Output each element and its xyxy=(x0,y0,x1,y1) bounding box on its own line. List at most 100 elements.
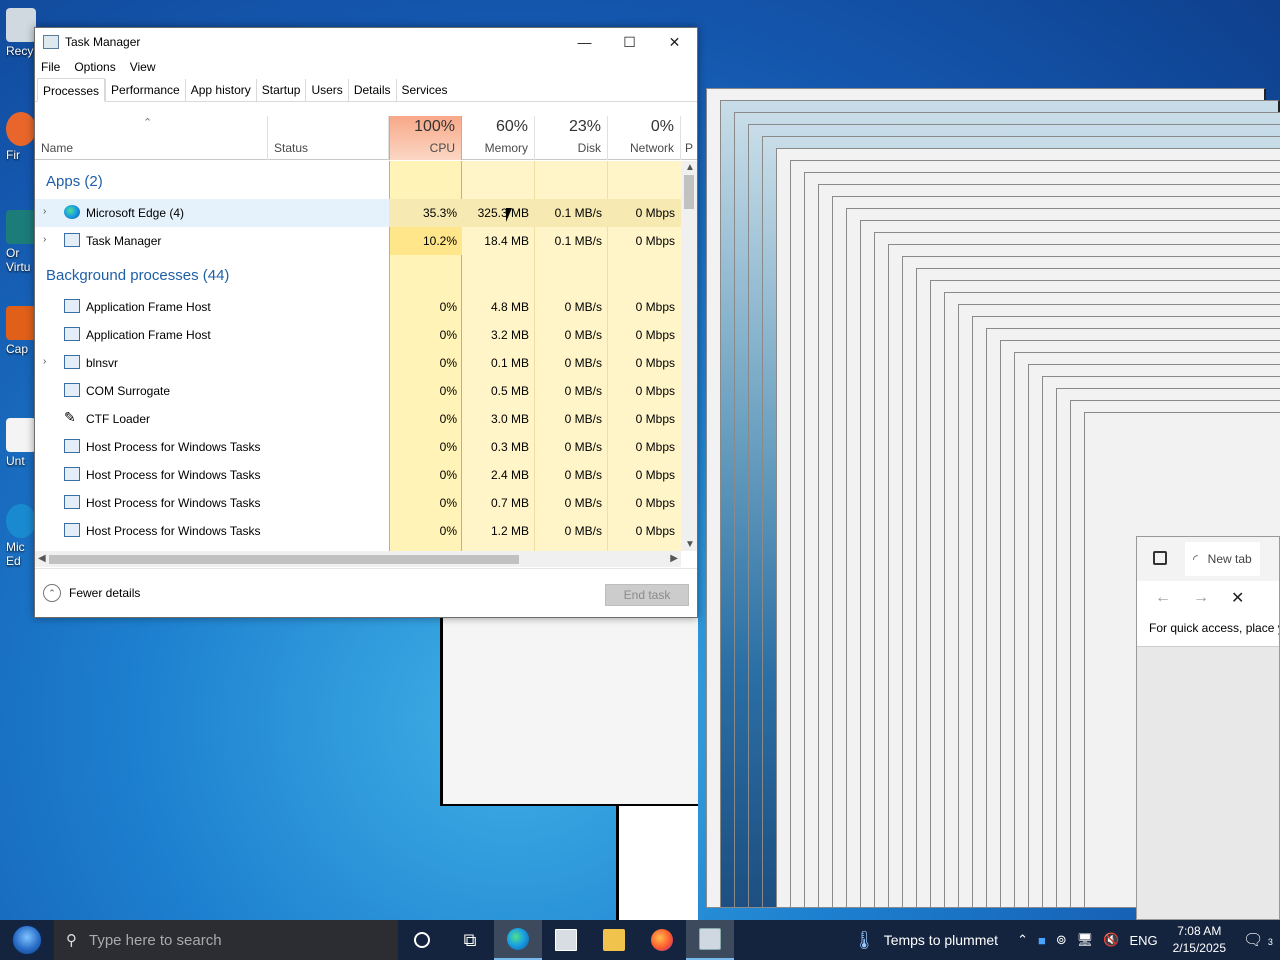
close-icon[interactable]: ✕ xyxy=(1231,588,1244,608)
tab-actions-icon[interactable] xyxy=(1153,551,1167,565)
edge-tab-bar: ◜ New tab xyxy=(1137,537,1279,581)
maximize-button[interactable]: ☐ xyxy=(607,28,652,56)
taskbar-task-manager[interactable] xyxy=(686,920,734,960)
process-name: Host Process for Windows Tasks xyxy=(86,524,261,538)
process-row[interactable]: › blnsvr 0% 0.1 MB 0 MB/s 0 Mbps xyxy=(35,349,681,377)
taskbar-app[interactable] xyxy=(542,920,590,960)
tab-startup[interactable]: Startup xyxy=(255,79,306,101)
column-header-power[interactable]: P xyxy=(681,116,697,160)
scroll-thumb[interactable] xyxy=(49,555,519,564)
meet-now-icon[interactable]: ⊚ xyxy=(1051,932,1072,948)
horizontal-scrollbar[interactable]: ◀ ▶ xyxy=(35,551,681,567)
menu-view[interactable]: View xyxy=(130,60,156,74)
expand-chevron-icon[interactable]: › xyxy=(43,356,46,367)
tab-processes[interactable]: Processes xyxy=(37,78,106,102)
forward-icon[interactable]: → xyxy=(1193,589,1209,607)
column-header-network[interactable]: 0% Network xyxy=(608,116,681,160)
edge-tab-new-tab[interactable]: ◜ New tab xyxy=(1185,542,1260,576)
defender-icon[interactable]: ■ xyxy=(1033,933,1051,948)
taskbar-edge[interactable] xyxy=(494,920,542,960)
back-icon[interactable]: ← xyxy=(1155,589,1171,607)
end-task-button[interactable]: End task xyxy=(605,584,689,606)
cpu-value: 35.3% xyxy=(422,206,457,220)
process-icon xyxy=(64,327,80,341)
menu-options[interactable]: Options xyxy=(74,60,115,74)
process-row[interactable]: Host Process for Windows Tasks 0% 0.7 MB 0 … xyxy=(35,489,681,517)
menu-file[interactable]: File xyxy=(41,60,60,74)
column-header-status[interactable]: Status xyxy=(268,116,389,160)
taskbar: ⚲ Type here to search ⧉ 🌡 Temps to plumm… xyxy=(0,920,1280,960)
process-icon xyxy=(64,439,80,453)
column-header-memory[interactable]: 60% Memory xyxy=(462,116,535,160)
column-header-disk[interactable]: 23% Disk xyxy=(535,116,608,160)
action-center-button[interactable]: 🗨 3 xyxy=(1236,930,1280,950)
cpu-value: 0% xyxy=(439,300,457,314)
cortana-button[interactable] xyxy=(398,920,446,960)
volume-muted-icon[interactable]: 🔇 xyxy=(1098,932,1124,948)
weather-widget[interactable]: 🌡 Temps to plummet xyxy=(853,930,1012,951)
process-row[interactable]: Host Process for Windows Tasks 0% 1.2 MB 0 … xyxy=(35,517,681,545)
folder-icon xyxy=(603,929,625,951)
tab-services[interactable]: Services xyxy=(395,79,453,101)
network-value: 0 Mbps xyxy=(635,206,675,220)
memory-value: 4.8 MB xyxy=(490,300,529,314)
recycle-bin-icon xyxy=(6,8,36,42)
process-row[interactable]: › Task Manager 10.2% 18.4 MB 0.1 MB/s 0 Mbps xyxy=(35,227,681,255)
process-row[interactable]: Application Frame Host 0% 4.8 MB 0 MB/s 0 Mb… xyxy=(35,293,681,321)
tab-details[interactable]: Details xyxy=(347,79,396,101)
search-icon: ⚲ xyxy=(66,932,77,949)
edge-icon xyxy=(64,205,80,219)
show-hidden-icons-button[interactable]: ⌃ xyxy=(1012,932,1033,948)
process-row[interactable]: Host Process for Windows Tasks 0% 0.3 MB 0 … xyxy=(35,433,681,461)
minimize-button[interactable]: — xyxy=(562,28,607,56)
edge-icon xyxy=(6,504,36,538)
tab-app-history[interactable]: App history xyxy=(184,79,256,101)
taskbar-file-explorer[interactable] xyxy=(590,920,638,960)
memory-value: 0.1 MB xyxy=(490,356,529,370)
memory-value: 0.7 MB xyxy=(490,496,529,510)
cpu-value: 0% xyxy=(439,328,457,342)
thermometer-icon: 🌡 xyxy=(852,929,876,950)
disk-value: 0 MB/s xyxy=(564,356,602,370)
task-view-button[interactable]: ⧉ xyxy=(446,920,494,960)
edge-icon xyxy=(507,928,529,950)
scroll-left-icon[interactable]: ◀ xyxy=(38,553,46,564)
process-icon xyxy=(64,467,80,481)
close-button[interactable]: ✕ xyxy=(652,28,697,56)
taskbar-firefox[interactable] xyxy=(638,920,686,960)
column-header-name[interactable]: ⌃ Name xyxy=(35,116,268,160)
scroll-down-icon[interactable]: ▼ xyxy=(685,539,695,550)
start-button[interactable] xyxy=(0,920,54,960)
process-name: blnsvr xyxy=(86,356,119,370)
cpu-value: 0% xyxy=(439,496,457,510)
document-icon xyxy=(6,418,36,452)
tab-users[interactable]: Users xyxy=(305,79,347,101)
cpu-value: 0% xyxy=(439,440,457,454)
process-row[interactable]: COM Surrogate 0% 0.5 MB 0 MB/s 0 Mbps xyxy=(35,377,681,405)
network-icon[interactable]: 🖥 xyxy=(1072,932,1099,948)
vertical-scrollbar[interactable]: ▲ ▼ xyxy=(681,161,697,551)
tab-performance[interactable]: Performance xyxy=(105,79,185,101)
input-language[interactable]: ENG xyxy=(1124,933,1162,948)
scroll-right-icon[interactable]: ▶ xyxy=(670,553,678,564)
background-window-fragment xyxy=(440,618,698,806)
title-bar[interactable]: Task Manager — ☐ ✕ xyxy=(35,28,697,56)
edge-window[interactable]: ◜ New tab ← → ✕ For quick access, place … xyxy=(1136,536,1280,920)
process-row[interactable]: › Microsoft Edge (4) 35.3% 325.3 MB 0.1 MB/s… xyxy=(35,199,681,227)
search-box[interactable]: ⚲ Type here to search xyxy=(54,920,398,960)
fewer-details-button[interactable]: ⌃ Fewer details xyxy=(43,584,140,602)
expand-chevron-icon[interactable]: › xyxy=(43,206,46,217)
scroll-up-icon[interactable]: ▲ xyxy=(685,162,695,173)
expand-chevron-icon[interactable]: › xyxy=(43,234,46,245)
process-row[interactable]: Application Frame Host 0% 3.2 MB 0 MB/s 0 Mb… xyxy=(35,321,681,349)
network-value: 0 Mbps xyxy=(635,234,675,248)
process-row[interactable]: Host Process for Windows Tasks 0% 2.4 MB 0 … xyxy=(35,461,681,489)
task-manager-window[interactable]: Task Manager — ☐ ✕ File Options View Pro… xyxy=(34,27,698,618)
clock[interactable]: 7:08 AM 2/15/2025 xyxy=(1163,923,1236,957)
cpu-value: 0% xyxy=(439,384,457,398)
process-row[interactable]: ✎ CTF Loader 0% 3.0 MB 0 MB/s 0 Mbps xyxy=(35,405,681,433)
scroll-thumb[interactable] xyxy=(684,175,694,209)
column-header-cpu[interactable]: 100% CPU xyxy=(389,116,462,160)
background-window-fragment xyxy=(616,806,698,920)
cortana-icon xyxy=(414,932,430,948)
